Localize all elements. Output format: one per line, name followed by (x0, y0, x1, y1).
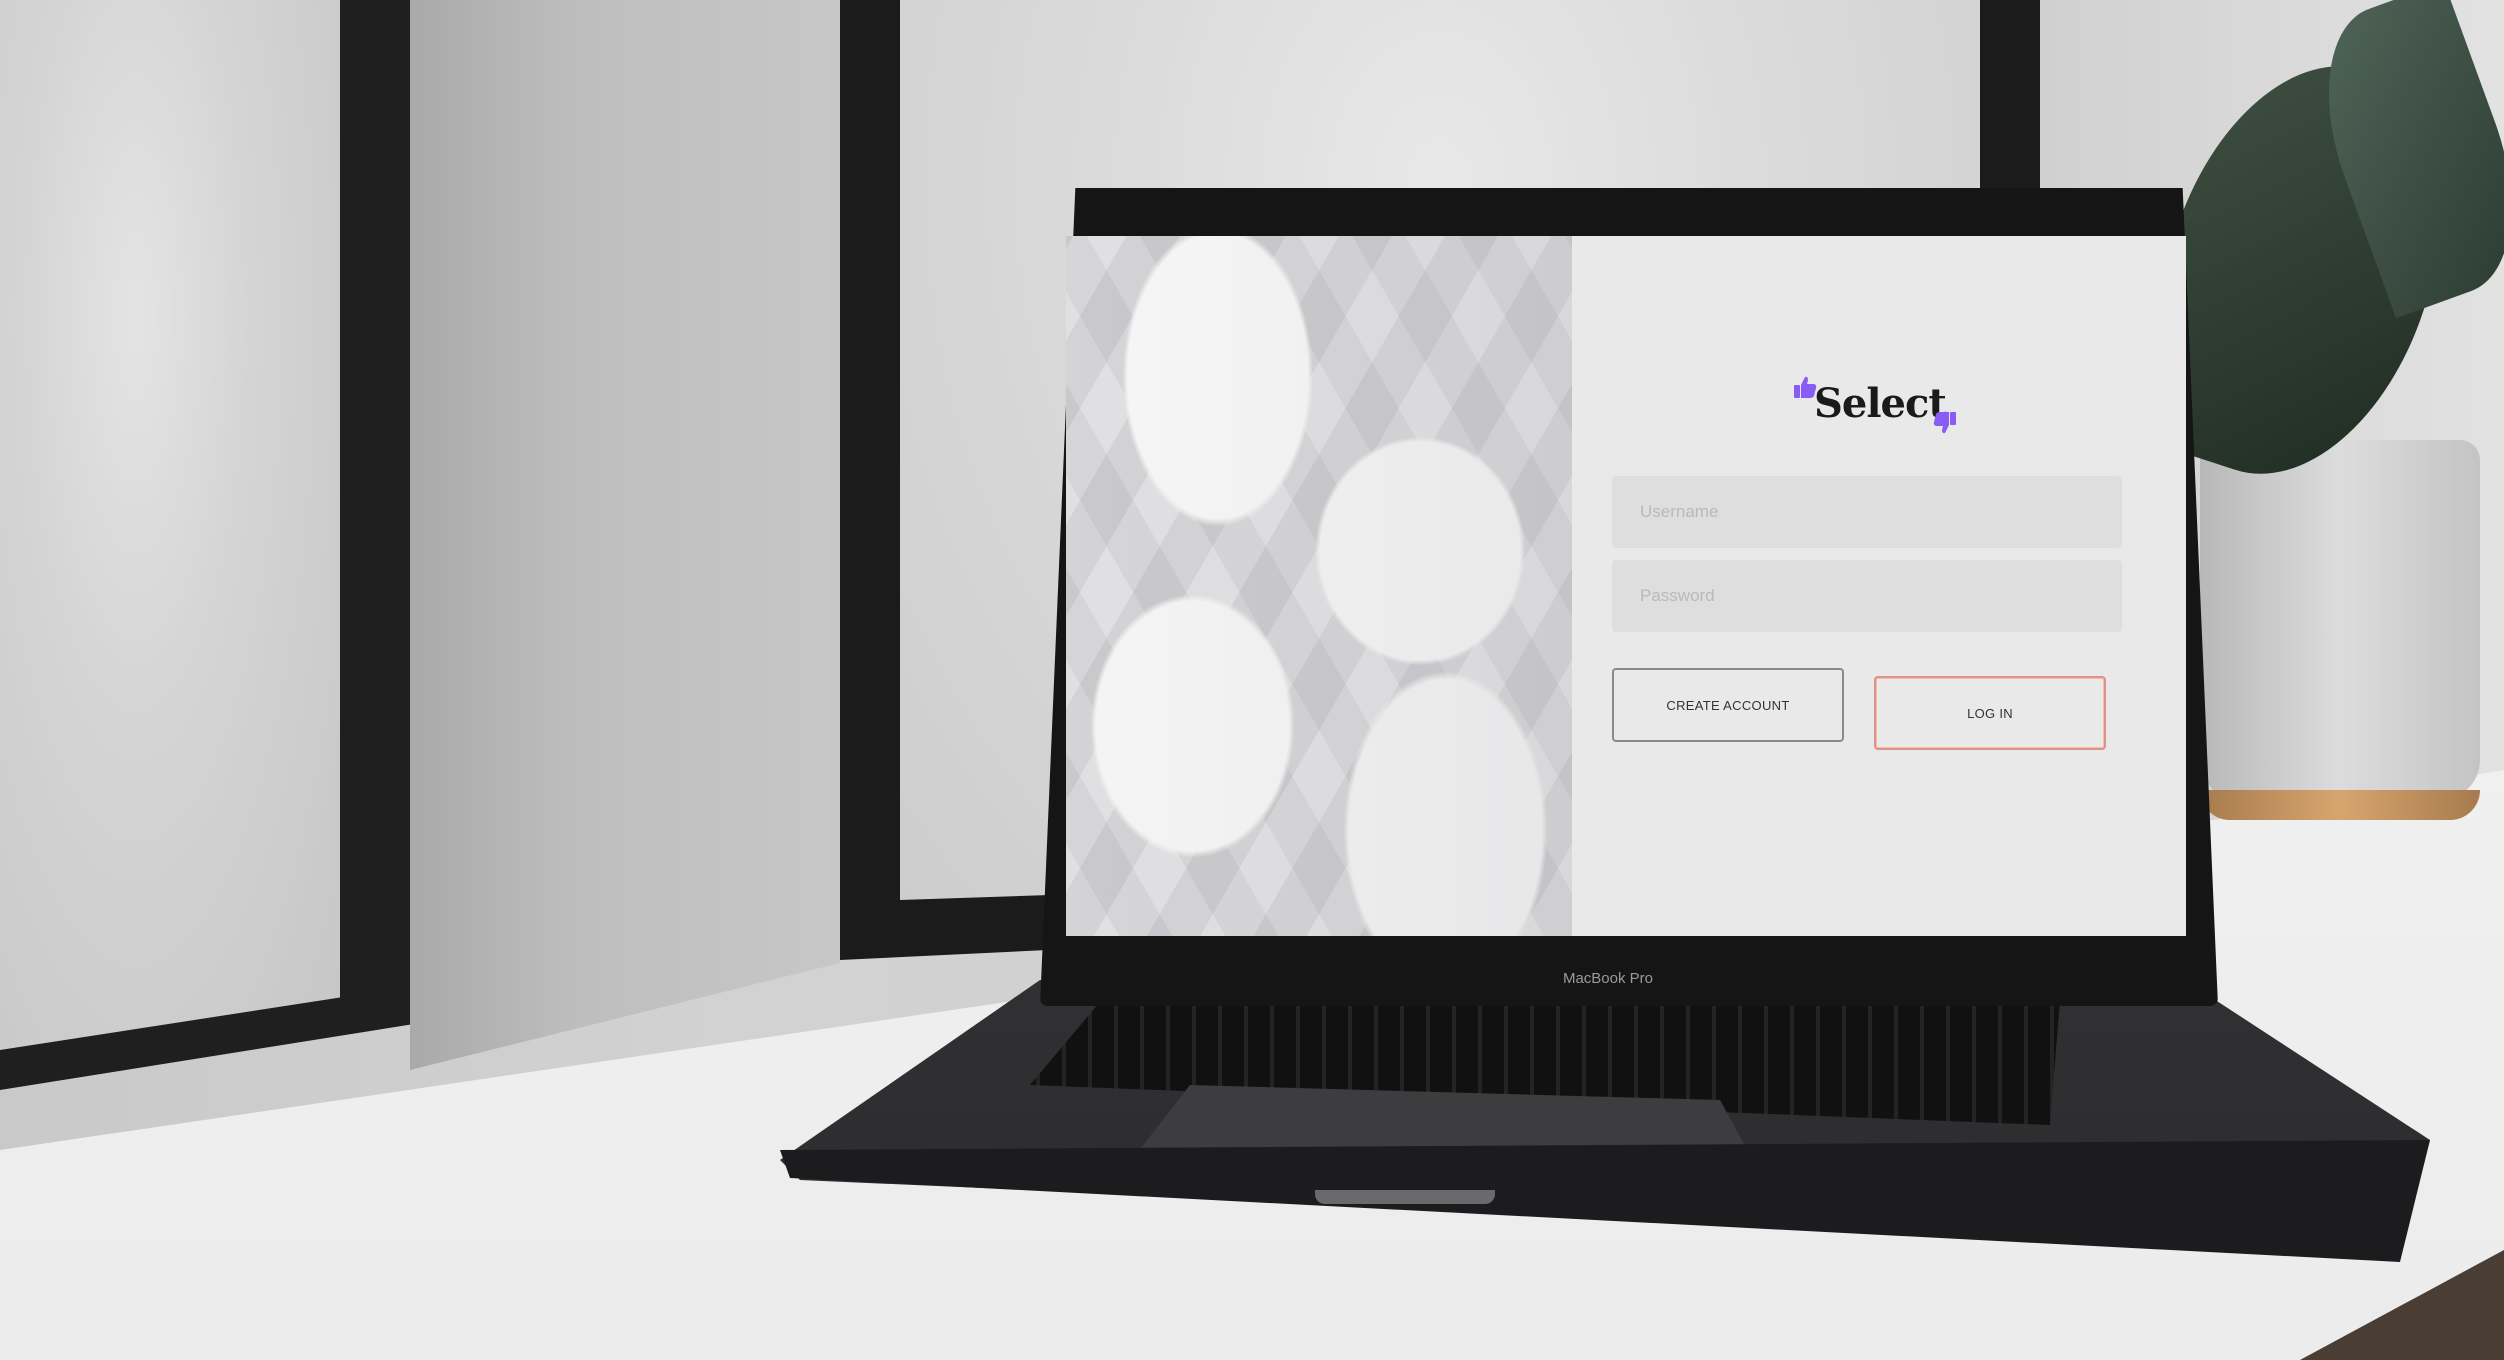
plant-pot (2200, 440, 2480, 800)
laptop-screen: Select CREATE ACCOUNT LOG IN (1066, 236, 2186, 936)
left-window-glass (0, 0, 340, 1050)
username-input[interactable] (1612, 476, 2122, 548)
login-button[interactable]: LOG IN (1874, 676, 2106, 750)
password-input[interactable] (1612, 560, 2122, 632)
laptop-lid-notch (1315, 1190, 1495, 1204)
left-window (0, 0, 410, 1090)
hero-image (1066, 236, 1572, 936)
login-panel: Select CREATE ACCOUNT LOG IN (1572, 236, 2186, 936)
plant-pot-rim (2200, 790, 2480, 820)
create-account-button[interactable]: CREATE ACCOUNT (1612, 668, 1844, 742)
logo-text: Select (1814, 380, 1947, 427)
wall-pillar (410, 0, 840, 1070)
laptop-brand-label: MacBook Pro (1562, 970, 1654, 987)
app-logo: Select (1792, 374, 1962, 444)
thumbs-down-icon (1933, 412, 1956, 434)
